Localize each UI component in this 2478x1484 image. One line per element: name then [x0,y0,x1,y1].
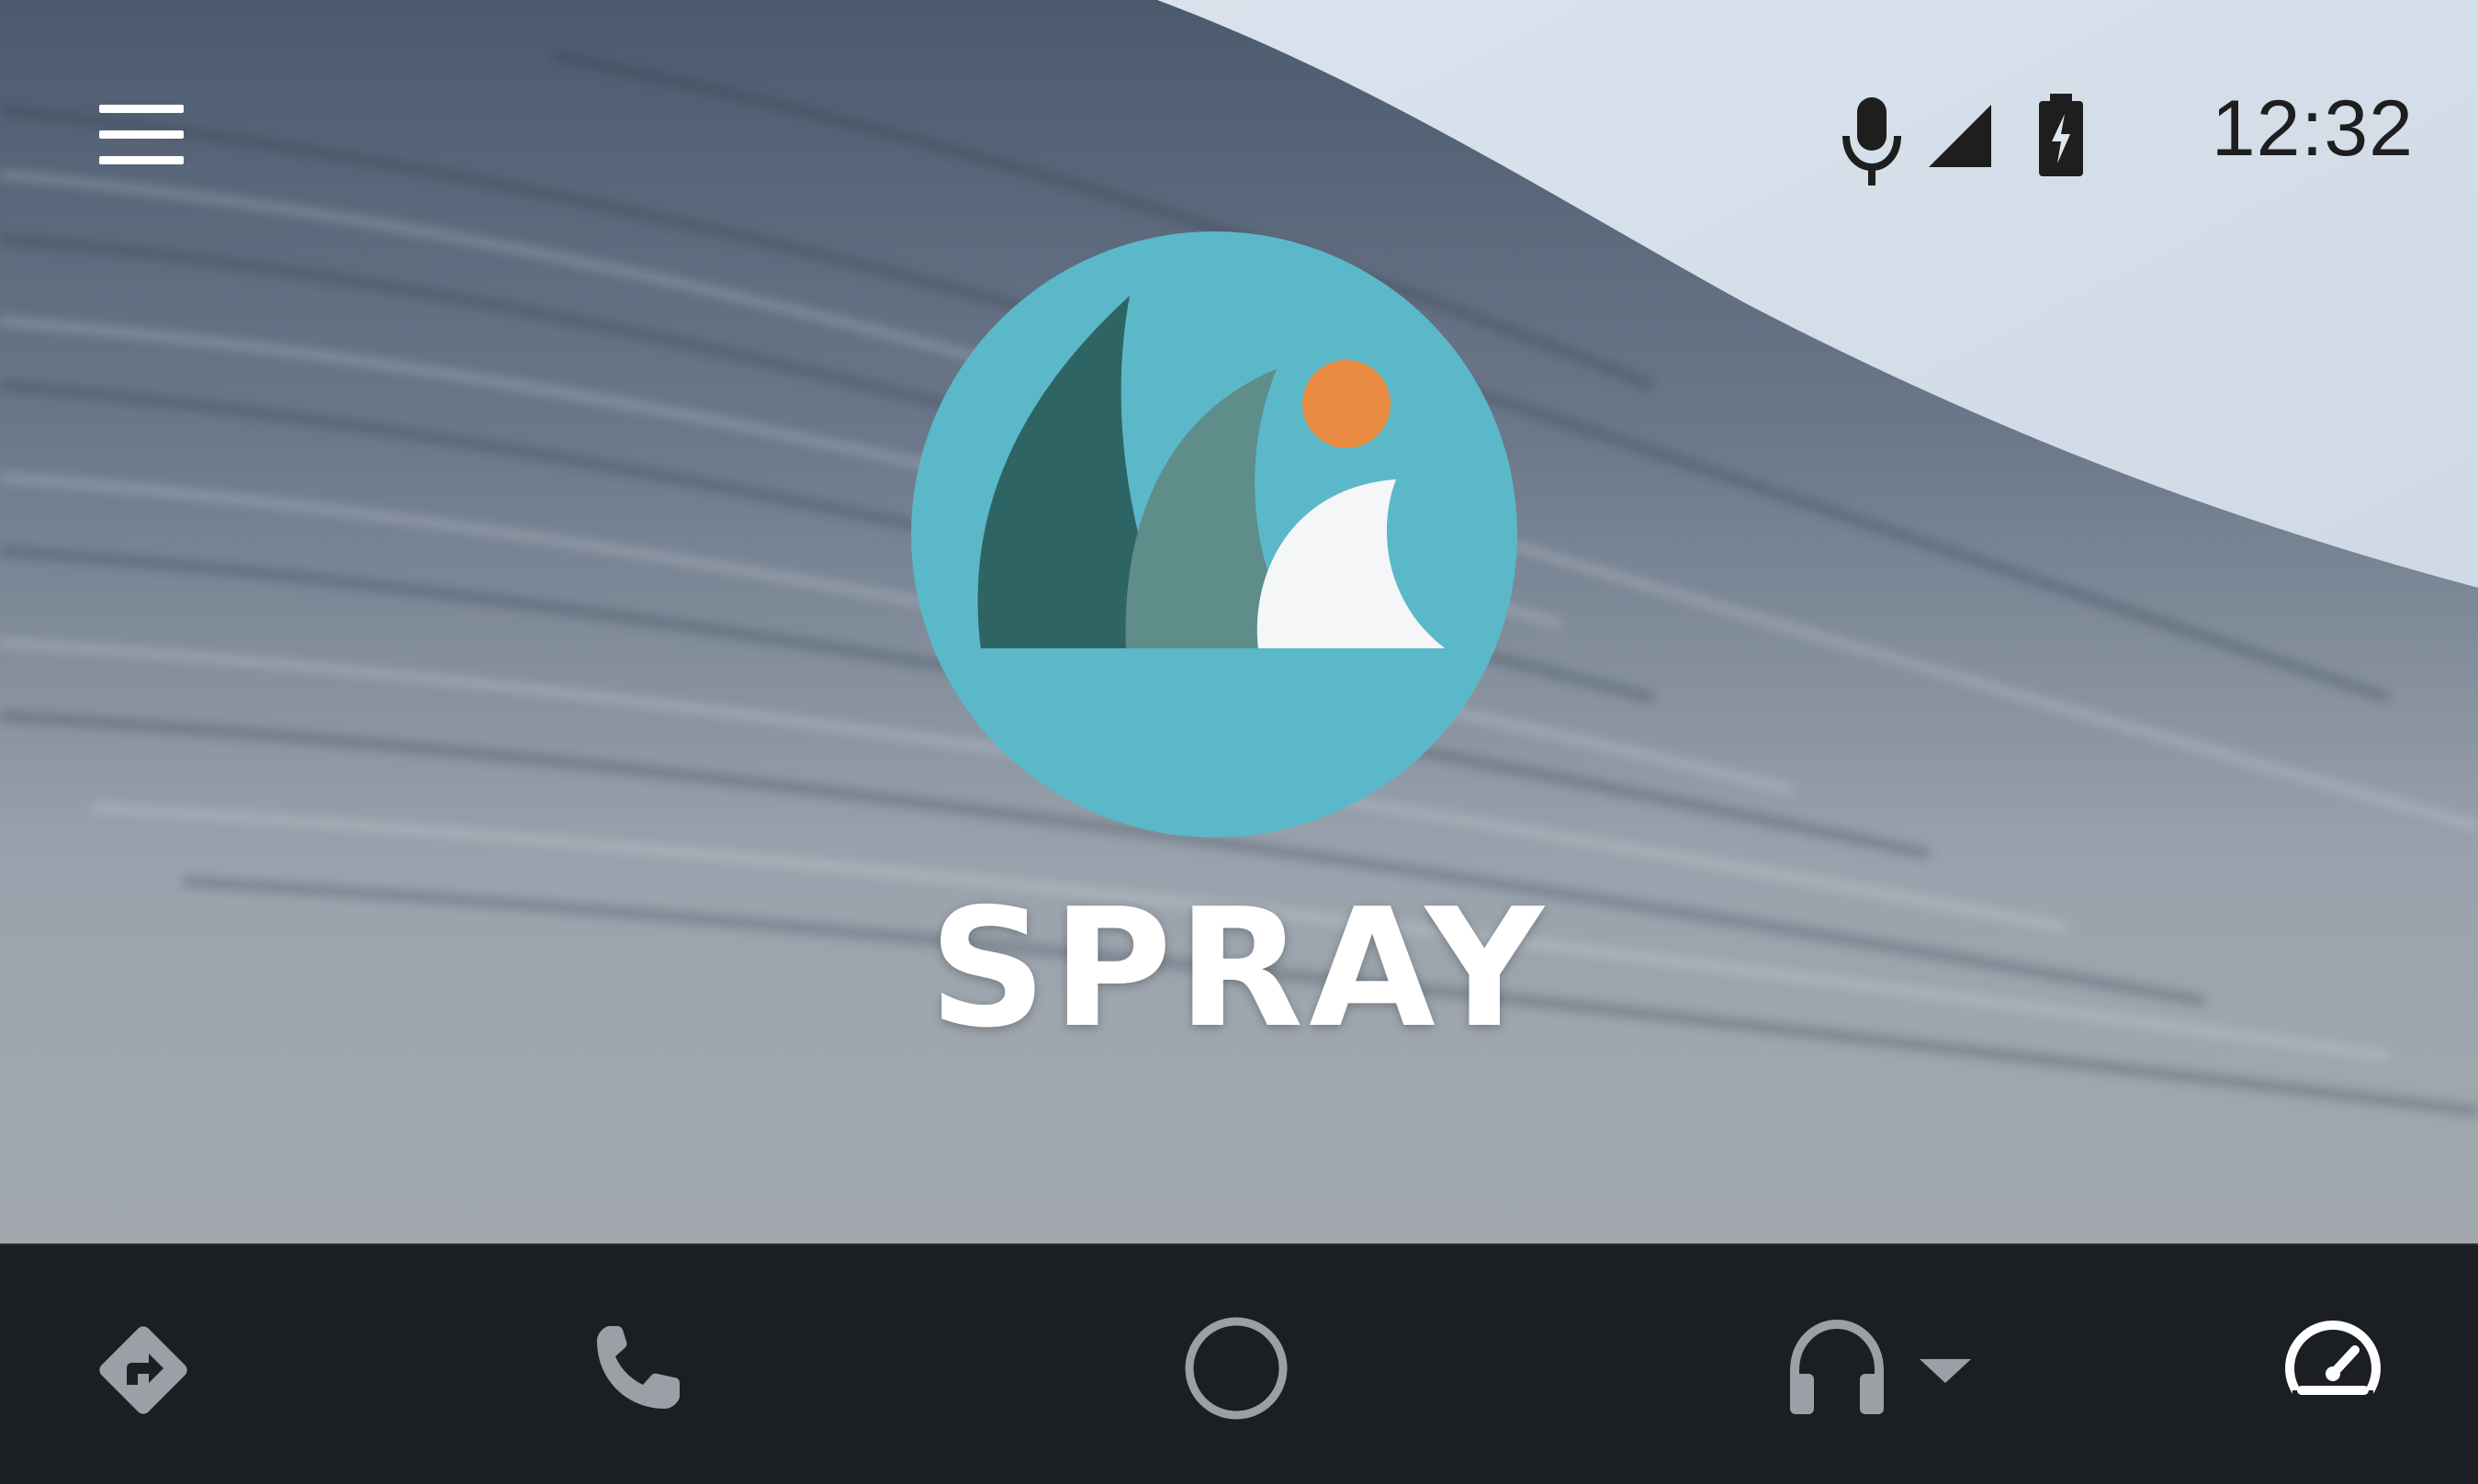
status-clock: 12:32 [2211,84,2414,173]
navigation-directions-icon [99,1326,187,1414]
nav-phone-button[interactable] [590,1319,687,1447]
nav-navigation-button[interactable] [92,1319,195,1447]
menu-button[interactable] [88,96,189,173]
nav-home-button[interactable] [1183,1315,1290,1444]
cell-signal-icon [1929,105,1991,167]
wave-background-image: 12:32 SPRAY [0,0,2478,1243]
menu-icon-bar-bottom [99,156,184,164]
logo-sun [1302,360,1391,448]
android-auto-screen: 12:32 SPRAY [0,0,2478,1484]
mic-icon[interactable] [1835,92,1909,193]
battery-charging-icon [2039,94,2083,176]
headphones-icon [1790,1319,1971,1414]
home-circle-icon [1185,1317,1288,1420]
nav-media-button[interactable] [1787,1319,1989,1447]
nav-overview-button[interactable] [2281,1317,2384,1445]
app-title: SPRAY [929,873,1549,1063]
phone-icon [597,1326,680,1409]
menu-icon-bar-middle [99,130,184,139]
car-dashboard-icon [2285,1321,2381,1418]
spray-app-logo [911,231,1517,838]
menu-icon-bar-top [99,105,184,113]
bottom-nav-bar [0,1243,2478,1484]
media-dropdown-caret-icon [1920,1359,1971,1383]
